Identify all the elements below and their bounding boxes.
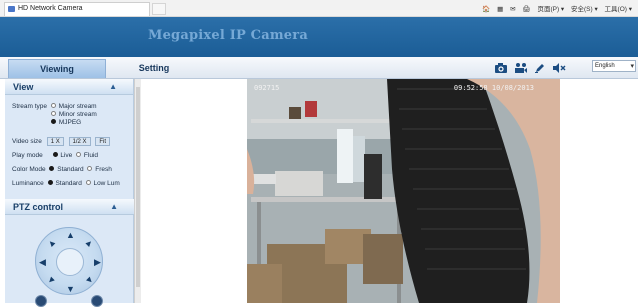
- major-stream-label: Major stream: [58, 103, 97, 110]
- sidebar-scrollbar[interactable]: [134, 79, 141, 303]
- minor-stream-label: Minor stream: [58, 111, 97, 118]
- fluid-label: Fluid: [83, 152, 98, 159]
- favicon-icon: [8, 6, 15, 12]
- speaker-mute-icon[interactable]: [552, 62, 566, 76]
- home-icon[interactable]: 🏠: [482, 6, 490, 13]
- tab-viewing[interactable]: Viewing: [8, 59, 106, 78]
- ptz-section-title: PTZ control: [13, 202, 63, 212]
- size-1x-button[interactable]: 1 X: [46, 137, 64, 146]
- main-nav: Viewing Setting English: [0, 57, 638, 79]
- radio-minor-stream[interactable]: [51, 111, 56, 117]
- size-half-button[interactable]: 1/2 X: [68, 137, 91, 146]
- view-section-title: View: [13, 82, 34, 92]
- standard-lum-label: Standard: [55, 180, 82, 187]
- radio-live[interactable]: [52, 152, 58, 158]
- header-banner: Megapixel IP Camera: [0, 17, 638, 57]
- tab-setting[interactable]: Setting: [114, 59, 194, 78]
- page-menu[interactable]: 页面(P) ▾: [537, 6, 564, 13]
- stream-type-label: Stream type: [12, 103, 48, 110]
- ptz-right-icon[interactable]: ▶: [94, 257, 101, 268]
- ptz-up-icon[interactable]: ▲: [66, 230, 75, 240]
- ptz-up-right-icon[interactable]: ▲: [83, 236, 96, 249]
- radio-mjpeg[interactable]: [51, 119, 56, 125]
- pen-icon[interactable]: [534, 62, 546, 76]
- view-section-header[interactable]: View ▲: [5, 79, 133, 95]
- zoom-out-button[interactable]: [35, 295, 47, 307]
- mail-icon[interactable]: ✉: [510, 6, 515, 13]
- tab-title: HD Network Camera: [18, 5, 83, 12]
- language-select[interactable]: English: [592, 60, 636, 72]
- play-mode-label: Play mode: [12, 152, 43, 159]
- scrollbar-thumb[interactable]: [136, 87, 140, 287]
- feeds-icon[interactable]: ▦: [497, 6, 503, 13]
- ptz-joystick[interactable]: ▲ ▼ ◀ ▶ ▲ ▲ ▼ ▼: [35, 227, 103, 295]
- color-mode-label: Color Mode: [12, 166, 46, 173]
- tools-menu[interactable]: 工具(O) ▾: [605, 6, 632, 13]
- browser-command-bar: 🏠 ▦ ✉ 🖨 页面(P) ▾ 安全(S) ▾ 工具(O) ▾: [477, 3, 632, 13]
- collapse-up-icon[interactable]: ▲: [109, 79, 117, 95]
- control-sidebar: View ▲ Stream type Major stream Minor st…: [5, 79, 134, 307]
- product-title: Megapixel IP Camera: [148, 28, 308, 43]
- camera-feed-image: [247, 79, 560, 303]
- low-lum-label: Low Lum: [93, 180, 120, 187]
- standard-color-label: Standard: [57, 166, 84, 173]
- radio-fresh[interactable]: [87, 166, 93, 172]
- ptz-up-left-icon[interactable]: ▲: [45, 236, 58, 249]
- video-viewer[interactable]: 092715 09:52:58 10/08/2013: [247, 79, 560, 303]
- new-tab-button[interactable]: [152, 3, 166, 15]
- fresh-label: Fresh: [95, 166, 112, 173]
- ptz-down-icon[interactable]: ▼: [66, 284, 75, 294]
- ptz-center[interactable]: [56, 248, 84, 276]
- camera-id-overlay: 092715: [254, 84, 280, 92]
- radio-fluid[interactable]: [76, 152, 82, 158]
- live-label: Live: [60, 152, 73, 159]
- size-fit-button[interactable]: Fit: [95, 137, 111, 146]
- radio-standard-lum[interactable]: [47, 180, 53, 186]
- radio-standard-color[interactable]: [49, 166, 55, 172]
- browser-toolbar: HD Network Camera 🏠 ▦ ✉ 🖨 页面(P) ▾ 安全(S) …: [0, 0, 638, 17]
- ptz-down-right-icon[interactable]: ▼: [83, 273, 96, 286]
- luminance-label: Luminance: [12, 180, 44, 187]
- browser-tab[interactable]: HD Network Camera: [4, 2, 150, 16]
- collapse-up-icon[interactable]: ▲: [110, 199, 118, 215]
- zoom-in-button[interactable]: [91, 295, 103, 307]
- mjpeg-label: MJPEG: [58, 119, 82, 126]
- record-icon[interactable]: [514, 62, 528, 76]
- ptz-section-header[interactable]: PTZ control ▲: [5, 199, 134, 215]
- datetime-overlay: 09:52:58 10/08/2013: [453, 84, 534, 92]
- safety-menu[interactable]: 安全(S) ▾: [571, 6, 598, 13]
- camera-icon[interactable]: [494, 62, 508, 76]
- ptz-down-left-icon[interactable]: ▼: [45, 273, 58, 286]
- video-size-label: Video size: [12, 138, 42, 146]
- radio-major-stream[interactable]: [50, 103, 56, 109]
- ptz-left-icon[interactable]: ◀: [39, 257, 46, 268]
- radio-low-lum[interactable]: [85, 180, 91, 186]
- print-icon[interactable]: 🖨: [522, 6, 530, 13]
- viewer-tools: [494, 59, 566, 78]
